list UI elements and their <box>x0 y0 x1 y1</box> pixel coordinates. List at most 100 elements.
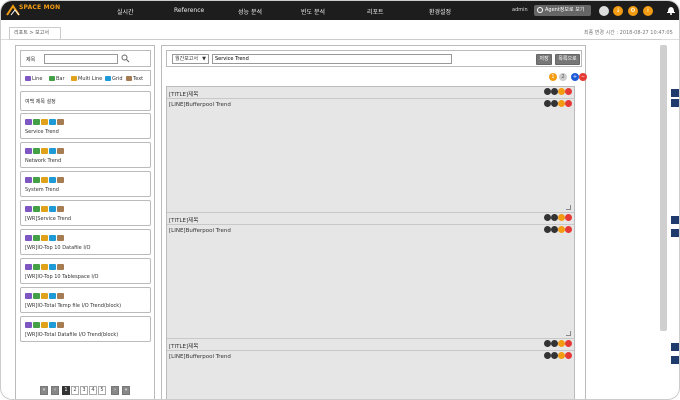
chip <box>57 206 64 212</box>
chevron-down-icon: ▼ <box>202 56 206 62</box>
page-2-button[interactable]: 2 <box>71 386 79 395</box>
report-type-select[interactable]: 월간보고서 ▼ <box>172 54 209 64</box>
report-row[interactable]: [TITLE]제목 <box>167 213 574 225</box>
nav-report[interactable]: 리포트 <box>367 7 384 16</box>
settings-icon[interactable] <box>544 340 551 347</box>
download-icon[interactable]: ↓ <box>613 6 623 16</box>
report-row[interactable]: [LINE]Bufferpool Trend <box>167 99 574 213</box>
chip <box>25 148 32 154</box>
delete-icon[interactable] <box>565 214 572 221</box>
legend-grid-label: Grid <box>112 76 123 82</box>
delete-icon[interactable] <box>565 340 572 347</box>
edit-icon[interactable] <box>558 340 565 347</box>
nav-realtime[interactable]: 실시간 <box>117 7 134 16</box>
back-to-list-button[interactable]: 목록으로 <box>555 54 580 65</box>
nav-frequency[interactable]: 빈도 분석 <box>301 7 325 16</box>
copy-icon[interactable] <box>551 100 558 107</box>
page-one-button[interactable]: 1 <box>549 73 557 81</box>
page-3-button[interactable]: 3 <box>80 386 88 395</box>
search-input[interactable] <box>44 54 118 64</box>
delete-icon[interactable] <box>565 226 572 233</box>
settings-icon[interactable] <box>544 214 551 221</box>
nav-settings[interactable]: 환경설정 <box>429 7 451 16</box>
edit-icon[interactable] <box>558 226 565 233</box>
report-title-input[interactable] <box>212 54 452 64</box>
info-icon[interactable]: i <box>643 6 653 16</box>
page-4-button[interactable]: 4 <box>89 386 97 395</box>
copy-icon[interactable] <box>551 340 558 347</box>
gear-icon[interactable]: ⚙ <box>628 6 638 16</box>
chip <box>57 293 64 299</box>
copy-icon[interactable] <box>551 352 558 359</box>
copy-icon[interactable] <box>551 214 558 221</box>
delete-icon[interactable] <box>565 352 572 359</box>
resize-handle-icon[interactable] <box>566 205 571 210</box>
row-controls <box>544 352 572 361</box>
list-item[interactable]: [WR]IO-Top 10 Tablespace I/O <box>20 258 151 284</box>
page-prev-button[interactable]: ‹ <box>51 386 59 395</box>
chip <box>49 235 56 241</box>
settings-icon[interactable] <box>544 352 551 359</box>
list-item[interactable]: 여백 제목 설정 <box>20 91 151 111</box>
report-row-text: [LINE]Bufferpool Trend <box>169 102 231 108</box>
legend-line: Line <box>25 76 42 82</box>
bell-icon[interactable] <box>666 5 676 15</box>
search-icon[interactable] <box>121 54 130 63</box>
chart-chips <box>25 293 65 299</box>
report-row[interactable]: [TITLE]제목 <box>167 339 574 351</box>
settings-icon[interactable] <box>544 100 551 107</box>
report-row[interactable]: [LINE]Bufferpool Trend <box>167 351 574 399</box>
side-tab-icon[interactable] <box>671 99 679 107</box>
page-next-button[interactable]: › <box>111 386 119 395</box>
edit-icon[interactable] <box>558 214 565 221</box>
page-two-button[interactable]: 2 <box>559 73 567 81</box>
side-tab-icon[interactable] <box>671 216 679 224</box>
list-item[interactable]: [WR]IO-Total Datafile I/O Trend(block) <box>20 316 151 342</box>
side-tab-icon[interactable] <box>671 89 679 97</box>
legend-multiline-swatch <box>71 76 77 81</box>
nav-performance[interactable]: 성능 분석 <box>238 7 262 16</box>
chip <box>57 322 64 328</box>
side-tab-icon[interactable] <box>671 343 679 351</box>
report-row[interactable]: [LINE]Bufferpool Trend <box>167 225 574 339</box>
settings-icon[interactable] <box>544 226 551 233</box>
chip <box>33 148 40 154</box>
list-item[interactable]: [WR]IO-Top 10 Datafile I/O <box>20 229 151 255</box>
nav-reference[interactable]: Reference <box>174 7 204 14</box>
page-scrollbar[interactable] <box>660 45 667 331</box>
copy-icon[interactable] <box>551 226 558 233</box>
add-page-icon[interactable]: + <box>571 73 579 81</box>
edit-icon[interactable] <box>558 352 565 359</box>
side-tab-icon[interactable] <box>671 356 679 364</box>
list-item-label: [WR]IO-Top 10 Tablespace I/O <box>25 274 99 280</box>
edit-icon[interactable] <box>558 100 565 107</box>
list-item[interactable]: [WR]Service Trend <box>20 200 151 226</box>
delete-icon[interactable] <box>565 100 572 107</box>
page-5-button[interactable]: 5 <box>98 386 106 395</box>
list-item-label: Network Trend <box>25 158 62 164</box>
chip <box>33 322 40 328</box>
page-last-button[interactable]: » <box>122 386 130 395</box>
side-tab-icon[interactable] <box>671 229 679 237</box>
page-first-button[interactable]: « <box>40 386 48 395</box>
save-button[interactable]: 저장 <box>536 54 552 65</box>
chart-chips <box>25 264 65 270</box>
report-row[interactable]: [TITLE]제목 <box>167 87 574 99</box>
delete-icon[interactable] <box>565 88 572 95</box>
agent-view-button[interactable]: Agent정보로 보기 <box>534 5 591 16</box>
remove-page-icon[interactable]: − <box>579 73 587 81</box>
breadcrumb[interactable]: 리포트 > 보고서 <box>9 27 61 39</box>
chip <box>33 264 40 270</box>
settings-icon[interactable] <box>544 88 551 95</box>
list-item[interactable]: Service Trend <box>20 113 151 139</box>
copy-icon[interactable] <box>551 88 558 95</box>
report-row-text: [TITLE]제목 <box>169 218 199 224</box>
page-1-button[interactable]: 1 <box>62 386 70 395</box>
list-item[interactable]: System Trend <box>20 171 151 197</box>
list-item[interactable]: [WR]IO-Total Temp file I/O Trend(block) <box>20 287 151 313</box>
avatar-icon[interactable] <box>599 6 609 16</box>
chip <box>57 148 64 154</box>
resize-handle-icon[interactable] <box>566 331 571 336</box>
list-item[interactable]: Network Trend <box>20 142 151 168</box>
edit-icon[interactable] <box>558 88 565 95</box>
